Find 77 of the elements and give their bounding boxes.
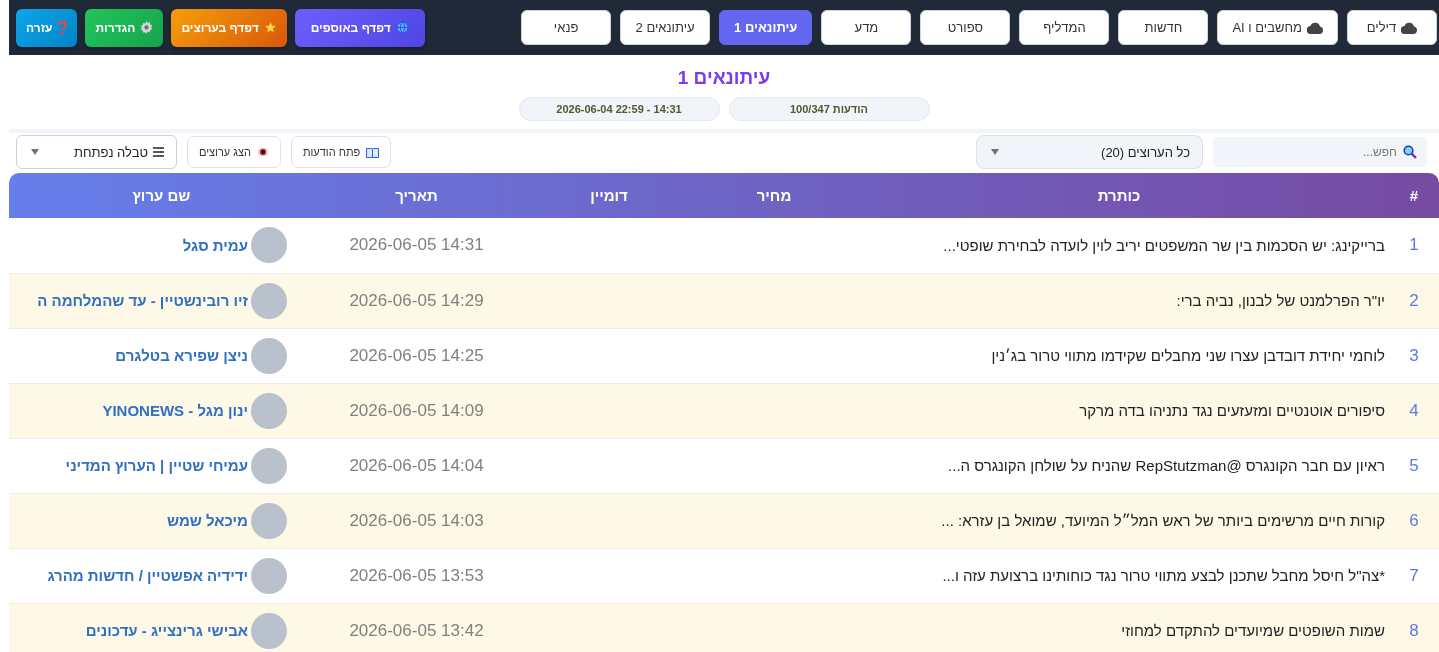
row-number: 2 <box>1409 290 1419 310</box>
channel-filter-select[interactable]: כל הערוצים (20) <box>976 135 1203 169</box>
column-header: מחיר <box>756 187 792 204</box>
message-count: הודעות 100/347 <box>728 97 930 121</box>
star-icon <box>263 21 277 34</box>
column-header: שם ערוץ <box>132 187 191 204</box>
gear-icon <box>140 21 154 34</box>
channel-name[interactable]: אבישי גרינצייג - עדכונים <box>85 622 248 639</box>
row-number: 8 <box>1409 620 1419 640</box>
channel-name[interactable]: עמית סגל <box>182 236 248 254</box>
message-title: שמות השופטים שמיועדים להתקדם למחוזי <box>1121 622 1385 639</box>
nav-tab[interactable]: ספורט <box>920 10 1011 45</box>
row-number: 4 <box>1409 400 1419 420</box>
nav-tab[interactable]: מחשבים ו AI <box>1217 10 1338 45</box>
message-title: לוחמי יחידת דובדבן עצרו שני מחבלים שקידמו מתווי טרור בג׳נין <box>991 347 1385 364</box>
avatar-placeholder <box>251 227 287 264</box>
row-number: 1 <box>1409 235 1419 255</box>
show-channels-button[interactable]: הצג ערוצים <box>187 136 281 168</box>
time-range: 2026-06-04 22:59 - 14:31 <box>518 97 720 121</box>
avatar-placeholder <box>251 392 287 429</box>
cloud-icon <box>1401 21 1418 34</box>
globe-icon <box>395 21 409 34</box>
cloud-icon <box>1307 21 1323 34</box>
row-number: 3 <box>1409 345 1419 365</box>
column-header: # <box>1409 187 1419 204</box>
message-title: יו"ר הפרלמנט של לבנון, נביה ברי: <box>1176 292 1385 309</box>
caret-icon <box>991 149 999 155</box>
nav-tab[interactable]: המדליף <box>1019 10 1110 45</box>
avatar-placeholder <box>251 612 287 649</box>
row-number: 6 <box>1409 510 1419 530</box>
message-date: 2026-06-05 14:29 <box>349 290 484 310</box>
message-title: קורות חיים מרשימים ביותר של ראש המל״ל המיועד, שמואל בן עזרא: ... <box>941 512 1385 529</box>
avatar-placeholder <box>251 447 287 484</box>
view-select[interactable]: טבלה נפתחת <box>16 135 177 169</box>
collections-button[interactable]: דפדף באוספים <box>294 8 425 47</box>
column-header: דומיין <box>590 187 628 204</box>
menu-icon <box>153 147 164 157</box>
channel-name[interactable]: ידידיה אפשטיין / חדשות מהרג <box>47 567 248 584</box>
book-icon <box>366 146 380 158</box>
message-date: 2026-06-05 14:03 <box>349 510 484 530</box>
message-date: 2026-06-05 13:53 <box>349 565 484 585</box>
row-number: 5 <box>1409 455 1419 475</box>
caret-icon <box>31 149 39 155</box>
channels-button[interactable]: דפדף בערוצים <box>171 8 287 47</box>
message-title: סיפורים אוטנטיים ומזעזעים נגד נתניהו בדה מרקר <box>1079 402 1385 419</box>
message-date: 2026-06-05 14:04 <box>349 455 484 475</box>
channel-name[interactable]: זיו רובינשטיין - עד שהמלחמה ה <box>37 292 248 309</box>
nav-tab[interactable]: עיתונאים 2 <box>620 10 711 45</box>
nav-tab[interactable]: חדשות <box>1118 10 1209 45</box>
column-header: תאריך <box>395 187 438 204</box>
question-icon <box>57 20 68 35</box>
open-messages-button[interactable]: פתח הודעות <box>290 136 392 168</box>
nav-tab[interactable]: דילים <box>1347 10 1437 45</box>
row-number: 7 <box>1409 565 1419 585</box>
page-title: עיתונאים 1 <box>677 67 771 89</box>
message-date: 2026-06-05 14:31 <box>349 235 484 255</box>
message-date: 2026-06-05 13:42 <box>349 620 484 640</box>
avatar-placeholder <box>251 557 287 594</box>
avatar-placeholder <box>251 282 287 319</box>
message-title: ראיון עם חבר הקונגרס @RepStutzman שהניח על שולחן הקונגרס ה... <box>948 457 1385 474</box>
message-title: *צה"ל חיסל מחבל שתכנן לבצע מתווי טרור נגד כוחותינו ברצועת עזה ו... <box>942 567 1385 584</box>
eye-icon <box>256 147 269 157</box>
message-date: 2026-06-05 14:09 <box>349 400 484 420</box>
message-date: 2026-06-05 14:25 <box>349 345 484 365</box>
channel-name[interactable]: מיכאל שמש <box>167 512 248 529</box>
search-field[interactable]: חפש... <box>1213 137 1427 167</box>
avatar-placeholder <box>251 502 287 539</box>
nav-tab[interactable]: מדע <box>821 10 912 45</box>
channel-name[interactable]: ינון מגל - YINONEWS <box>102 402 248 419</box>
channel-name[interactable]: עמיחי שטיין | הערוץ המדיני <box>65 457 248 474</box>
message-title: ברייקינג: יש הסכמות בין שר המשפטים יריב לוין לועדה לבחירת שופטי... <box>943 236 1385 254</box>
column-header: כותרת <box>1097 187 1141 204</box>
help-button[interactable]: עזרה <box>16 8 78 47</box>
nav-tab[interactable]: פנאי <box>521 10 612 45</box>
avatar-placeholder <box>251 337 287 374</box>
nav-tab[interactable]: עיתונאים 1 <box>719 10 813 45</box>
channel-name[interactable]: ניצן שפירא בטלגרם <box>115 347 248 364</box>
